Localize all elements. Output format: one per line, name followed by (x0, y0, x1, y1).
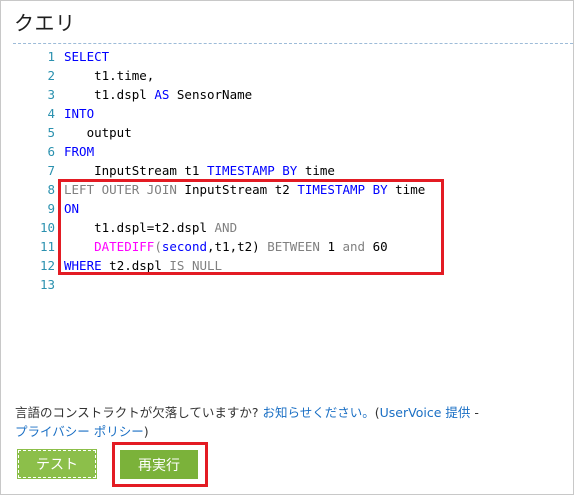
feedback-link[interactable]: お知らせください。 (262, 405, 374, 420)
line-number: 5 (47, 125, 55, 140)
code-line[interactable]: 13 (13, 275, 573, 294)
line-number: 9 (47, 201, 55, 216)
code-token: t1.dspl (64, 87, 155, 102)
line-number: 7 (47, 163, 55, 178)
code-token: InputStream t1 (64, 163, 207, 178)
paren-close: ) (143, 424, 149, 439)
code-text: INTO (64, 104, 94, 123)
code-token: INTO (64, 106, 95, 121)
panel-title: クエリ (14, 11, 76, 35)
code-token: FROM (64, 144, 95, 159)
line-number: 6 (47, 144, 55, 159)
code-token: output (64, 125, 132, 140)
code-token: t1.time, (64, 68, 155, 83)
dash-text: - (470, 405, 479, 420)
line-number: 13 (39, 277, 55, 292)
line-number: 12 (39, 258, 55, 273)
join-highlight-box (58, 179, 444, 275)
code-line[interactable]: 3 t1.dspl AS SensorName (13, 85, 573, 104)
code-token: time (297, 163, 335, 178)
title-divider (13, 43, 573, 44)
rerun-button[interactable]: 再実行 (120, 450, 198, 479)
line-number: 3 (47, 87, 55, 102)
line-number: 11 (39, 239, 55, 254)
code-token: SELECT (64, 49, 110, 64)
code-text: t1.time, (64, 66, 154, 85)
code-line[interactable]: 4 INTO (13, 104, 573, 123)
line-number: 10 (39, 220, 55, 235)
code-token: SensorName (169, 87, 253, 102)
code-token: TIMESTAMP BY (207, 163, 298, 178)
uservoice-link[interactable]: UserVoice 提供 (380, 405, 471, 420)
code-line[interactable]: 1 SELECT (13, 47, 573, 66)
query-panel: クエリ 1 SELECT 2 t1.time, 3 t1.dspl AS Sensor… (0, 0, 574, 495)
privacy-policy-link[interactable]: プライバシー ポリシー (15, 424, 144, 439)
line-number: 1 (47, 49, 55, 64)
code-text: output (64, 123, 132, 142)
code-text: InputStream t1 TIMESTAMP BY time (64, 161, 335, 180)
test-button[interactable]: テスト (17, 449, 97, 479)
line-number: 2 (47, 68, 55, 83)
code-line[interactable]: 5 output (13, 123, 573, 142)
line-number: 4 (47, 106, 55, 121)
code-text: SELECT (64, 47, 109, 66)
feedback-text: 言語のコンストラクトが欠落していますか? お知らせください。(UserVoice… (15, 403, 571, 441)
code-text: t1.dspl AS SensorName (64, 85, 252, 104)
code-line[interactable]: 2 t1.time, (13, 66, 573, 85)
code-token: AS (154, 87, 170, 102)
line-number: 8 (47, 182, 55, 197)
code-text: FROM (64, 142, 94, 161)
feedback-prefix: 言語のコンストラクトが欠落していますか? (15, 405, 263, 420)
code-line[interactable]: 7 InputStream t1 TIMESTAMP BY time (13, 161, 573, 180)
code-line[interactable]: 6 FROM (13, 142, 573, 161)
